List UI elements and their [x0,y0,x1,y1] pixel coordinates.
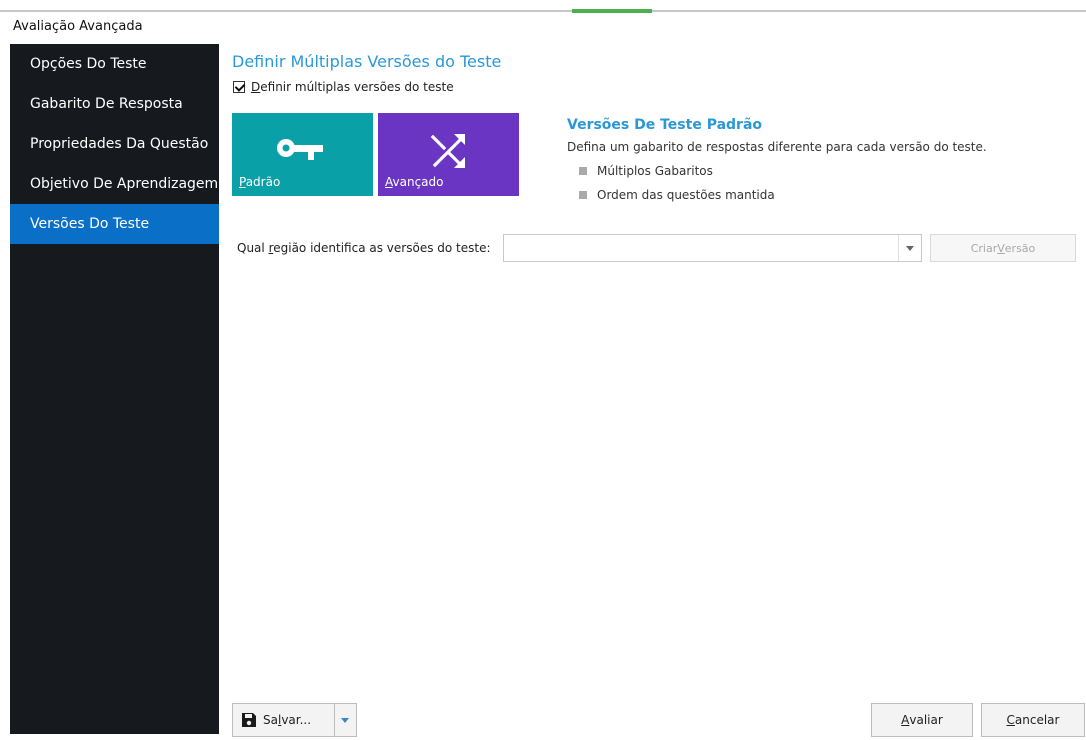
multiple-versions-checkbox-label: Definir múltiplas versões do teste [251,80,454,94]
default-tile[interactable]: Padrão [232,113,373,196]
sidebar-item-versoes-do-teste[interactable]: Versões Do Teste [10,204,219,244]
region-select[interactable] [503,234,922,262]
top-divider [0,10,1086,12]
key-icon [277,139,323,160]
evaluate-button[interactable]: Avaliar [871,703,973,737]
multiple-versions-checkbox[interactable] [233,81,245,93]
save-dropdown-button[interactable] [335,703,357,737]
bullet-square-icon [579,191,587,199]
bullet-square-icon [579,167,587,175]
top-strip [0,0,1086,14]
chevron-down-icon[interactable] [898,235,921,261]
sidebar-item-objetivo-de-aprendizagem[interactable]: Objetivo De Aprendizagem [10,164,219,204]
top-accent-bar [572,9,652,13]
advanced-tile-label: Avançado [385,175,444,189]
save-button-label: Salvar... [263,713,312,727]
info-bullet: Ordem das questões mantida [579,188,775,202]
info-description: Defina um gabarito de respostas diferent… [567,140,987,154]
sidebar: Opções Do Teste Gabarito De Resposta Pro… [10,44,219,734]
default-tile-label: Padrão [239,175,281,189]
section-title: Definir Múltiplas Versões do Teste [232,52,502,71]
sidebar-item-opcoes-do-teste[interactable]: Opções Do Teste [10,44,219,84]
info-bullet: Múltiplos Gabaritos [579,164,713,178]
bullet-label: Múltiplos Gabaritos [597,164,713,178]
multiple-versions-checkbox-row[interactable]: Definir múltiplas versões do teste [233,80,454,94]
floppy-disk-icon [242,713,256,727]
sidebar-item-propriedades-da-questao[interactable]: Propriedades Da Questão [10,124,219,164]
window-title: Avaliação Avançada [13,19,143,34]
shuffle-icon [430,134,465,168]
sidebar-item-gabarito-de-resposta[interactable]: Gabarito De Resposta [10,84,219,124]
save-button[interactable]: Salvar... [232,703,335,737]
bullet-label: Ordem das questões mantida [597,188,775,202]
region-label: Qual região identifica as versões do tes… [237,241,491,255]
cancel-button[interactable]: Cancelar [981,703,1085,737]
info-title: Versões De Teste Padrão [567,117,763,133]
create-version-button[interactable]: Criar Versão [930,234,1076,262]
advanced-tile[interactable]: Avançado [378,113,519,196]
